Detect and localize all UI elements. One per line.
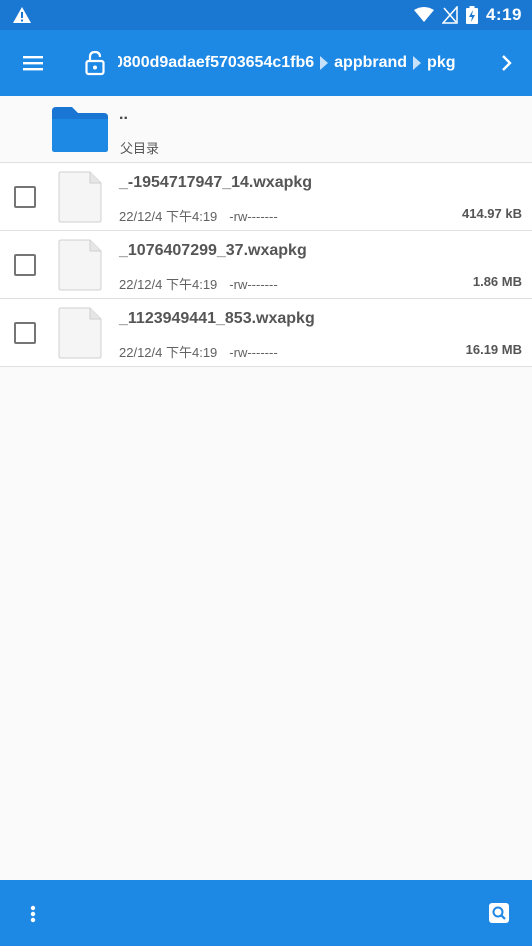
folder-icon	[52, 107, 108, 152]
file-checkbox[interactable]	[14, 186, 36, 208]
more-vert-icon[interactable]	[24, 902, 42, 926]
breadcrumb-separator-icon	[320, 56, 329, 70]
parent-directory-row[interactable]: .. 父目录	[0, 96, 532, 163]
file-meta: 22/12/4 下午4:19 -rw-------	[119, 274, 278, 293]
file-list: .. 父目录 _-1954717947_14.wxapkg 22/12/4 下午…	[0, 96, 532, 367]
file-date: 22/12/4 下午4:19	[119, 209, 218, 224]
no-signal-icon	[441, 6, 458, 24]
file-meta: 22/12/4 下午4:19 -rw-------	[119, 342, 278, 361]
file-icon	[58, 239, 102, 291]
file-name: _1076407299_37.wxapkg	[119, 242, 307, 259]
wifi-icon	[413, 7, 434, 22]
file-row[interactable]: _1076407299_37.wxapkg 22/12/4 下午4:19 -rw-…	[0, 231, 532, 299]
breadcrumb-item-appbrand[interactable]: appbrand	[334, 54, 407, 72]
file-permissions: -rw-------	[229, 345, 278, 360]
chevron-right-icon[interactable]	[498, 52, 516, 74]
file-name: _-1954717947_14.wxapkg	[119, 174, 313, 191]
parent-directory-label: 父目录	[120, 141, 160, 156]
battery-charging-icon	[465, 6, 478, 24]
file-name: _1123949441_853.wxapkg	[119, 310, 315, 327]
file-size: 414.97 kB	[462, 206, 522, 221]
menu-icon[interactable]	[20, 50, 46, 76]
breadcrumb-item-app-id[interactable]: 0800d9adaef5703654c1fb6	[118, 54, 314, 72]
status-bar: 4:19	[0, 0, 532, 30]
toolbar: 0800d9adaef5703654c1fb6 appbrand pkg	[0, 30, 532, 118]
file-icon	[58, 307, 102, 359]
file-row[interactable]: _-1954717947_14.wxapkg 22/12/4 下午4:19 -rw…	[0, 163, 532, 231]
file-row[interactable]: _1123949441_853.wxapkg 22/12/4 下午4:19 -rw…	[0, 299, 532, 367]
search-icon[interactable]	[488, 902, 510, 924]
file-icon	[58, 171, 102, 223]
file-checkbox[interactable]	[14, 254, 36, 276]
file-size: 1.86 MB	[472, 274, 522, 289]
clock: 4:19	[485, 5, 522, 24]
file-permissions: -rw-------	[229, 277, 278, 292]
breadcrumb: 0800d9adaef5703654c1fb6 appbrand pkg	[118, 50, 490, 76]
file-meta: 22/12/4 下午4:19 -rw-------	[119, 206, 278, 225]
parent-directory-name: ..	[119, 106, 128, 123]
breadcrumb-item-pkg[interactable]: pkg	[427, 54, 455, 72]
file-date: 22/12/4 下午4:19	[119, 345, 218, 360]
file-checkbox[interactable]	[14, 322, 36, 344]
file-date: 22/12/4 下午4:19	[119, 277, 218, 292]
bottom-bar	[0, 880, 532, 946]
file-size: 16.19 MB	[465, 342, 522, 357]
warning-icon	[13, 7, 31, 23]
lock-open-icon[interactable]	[83, 50, 107, 76]
file-permissions: -rw-------	[229, 209, 278, 224]
breadcrumb-separator-icon	[413, 56, 422, 70]
